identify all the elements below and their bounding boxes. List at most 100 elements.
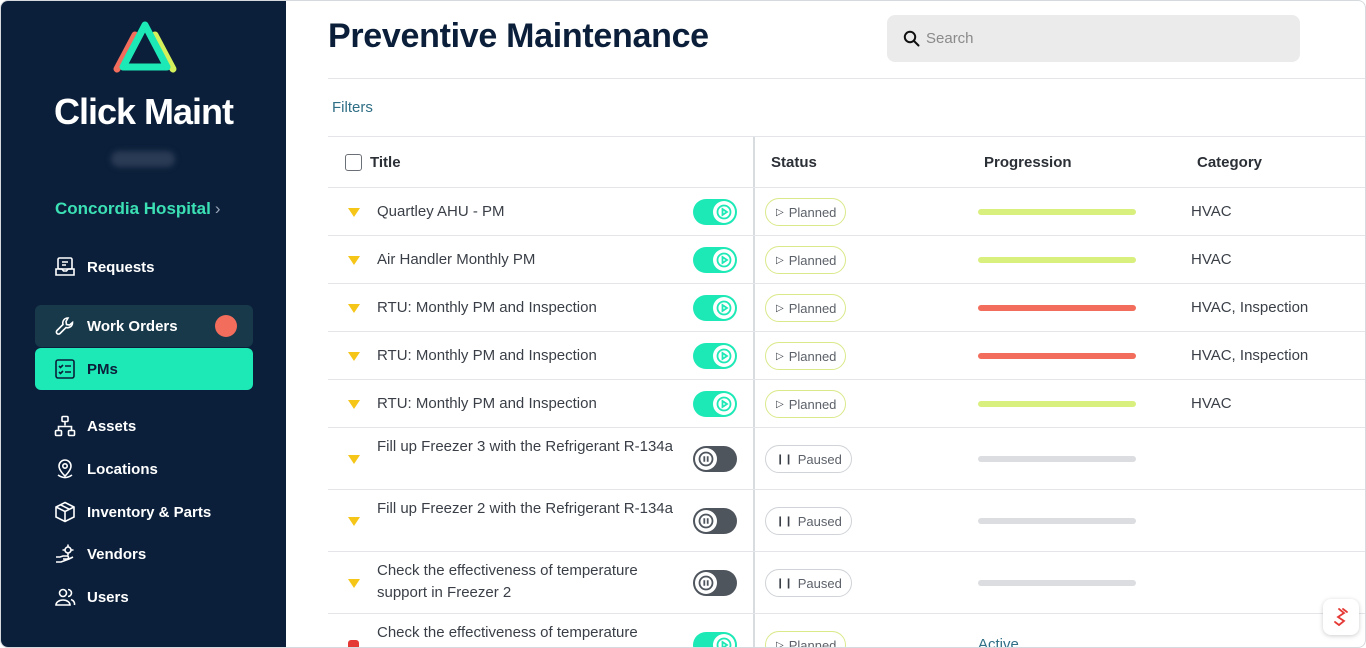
organization-selector[interactable]: Concordia Hospital › — [55, 199, 221, 219]
column-header-progression[interactable]: Progression — [984, 154, 1072, 171]
priority-high-icon — [348, 640, 359, 647]
status-badge: ▷ Planned — [765, 294, 847, 322]
pm-enable-toggle[interactable] — [693, 508, 737, 534]
status-badge: ❙❙ Paused — [765, 445, 852, 473]
pm-enable-toggle[interactable] — [693, 247, 737, 273]
table-row[interactable]: RTU: Monthly PM and Inspection ▷ Planned … — [328, 284, 1365, 332]
category-text: HVAC — [1191, 203, 1232, 220]
requests-icon — [53, 255, 77, 279]
filters-link[interactable]: Filters — [332, 99, 373, 116]
brand-name: Click Maint — [53, 91, 234, 132]
status-label: Planned — [788, 348, 837, 364]
category-text: HVAC — [1191, 251, 1232, 268]
progress-bar — [978, 353, 1136, 359]
play-icon: ▷ — [776, 350, 784, 362]
pm-enable-toggle[interactable] — [693, 343, 737, 369]
status-label: Planned — [788, 252, 837, 268]
sidebar-item-requests[interactable]: Requests — [35, 246, 253, 288]
search-box[interactable] — [887, 15, 1300, 62]
progress-bar — [978, 209, 1136, 215]
sidebar-item-label: Requests — [87, 258, 155, 276]
status-badge: ❙❙ Paused — [765, 507, 852, 535]
status-label: Planned — [788, 204, 837, 220]
hierarchy-icon — [53, 414, 77, 438]
pm-enable-toggle[interactable] — [693, 391, 737, 417]
notification-badge — [215, 315, 237, 337]
play-icon — [716, 252, 732, 268]
table-row[interactable]: RTU: Monthly PM and Inspection ▷ Planned … — [328, 332, 1365, 380]
table-row[interactable]: Air Handler Monthly PM ▷ Planned HVAC — [328, 236, 1365, 284]
priority-medium-icon — [348, 352, 360, 361]
status-label: Paused — [797, 575, 842, 591]
sidebar-item-label: Vendors — [87, 545, 147, 563]
priority-medium-icon — [348, 304, 360, 313]
status-badge: ▷ Planned — [765, 342, 847, 370]
progress-bar — [978, 257, 1136, 263]
sidebar-item-inventory-parts[interactable]: Inventory & Parts — [35, 491, 253, 533]
table-row[interactable]: Fill up Freezer 2 with the Refrigerant R… — [328, 490, 1365, 552]
sidebar-item-label: Work Orders — [87, 317, 178, 335]
sidebar-item-pms[interactable]: PMs — [35, 348, 253, 390]
play-icon: ▷ — [776, 302, 784, 314]
chevron-right-icon: › — [214, 199, 221, 218]
column-header-status[interactable]: Status — [771, 154, 817, 171]
search-input[interactable] — [926, 30, 1286, 47]
status-label: Paused — [797, 451, 842, 467]
pm-title: RTU: Monthly PM and Inspection — [377, 395, 597, 412]
status-label: Paused — [797, 513, 842, 529]
sidebar-item-label: Users — [87, 588, 129, 606]
pm-enable-toggle[interactable] — [693, 199, 737, 225]
app-window: Click Maint Concordia Hospital › Requests… — [0, 0, 1366, 648]
priority-medium-icon — [348, 208, 360, 217]
sidebar-item-label: PMs — [87, 360, 118, 378]
table-row[interactable]: Check the effectiveness of temperature ▷… — [328, 614, 1365, 648]
page-title: Preventive Maintenance — [328, 17, 709, 55]
priority-medium-icon — [348, 579, 360, 588]
priority-medium-icon — [348, 517, 360, 526]
pause-icon — [698, 575, 714, 591]
table-row[interactable]: RTU: Monthly PM and Inspection ▷ Planned … — [328, 380, 1365, 428]
click-maint-logo-icon — [113, 21, 177, 73]
checklist-icon — [53, 357, 77, 381]
search-icon — [903, 30, 920, 47]
pause-icon: ❙❙ — [776, 453, 793, 465]
pm-title: RTU: Monthly PM and Inspection — [377, 347, 597, 364]
progress-bar — [978, 305, 1136, 311]
table-row[interactable]: Fill up Freezer 3 with the Refrigerant R… — [328, 428, 1365, 490]
status-badge: ▷ Planned — [765, 198, 847, 226]
priority-medium-icon — [348, 455, 360, 464]
sidebar-item-work-orders[interactable]: Work Orders — [35, 305, 253, 347]
play-icon — [716, 300, 732, 316]
select-all-checkbox[interactable] — [345, 154, 362, 171]
pm-title: RTU: Monthly PM and Inspection — [377, 299, 597, 316]
wrench-icon — [53, 314, 77, 338]
category-text: HVAC — [1191, 395, 1232, 412]
pm-enable-toggle[interactable] — [693, 632, 737, 647]
column-header-title[interactable]: Title — [370, 154, 401, 171]
table-row[interactable]: Check the effectiveness of temperature s… — [328, 552, 1365, 614]
sidebar-item-vendors[interactable]: Vendors — [35, 533, 253, 575]
status-label: Planned — [788, 396, 837, 412]
play-icon — [716, 348, 732, 364]
play-icon: ▷ — [776, 639, 784, 648]
sidebar-item-assets[interactable]: Assets — [35, 405, 253, 447]
table-row[interactable]: Quartley AHU - PM ▷ Planned HVAC — [328, 188, 1365, 236]
status-label: Planned — [788, 637, 837, 648]
blurred-user-pill — [111, 151, 175, 167]
status-badge: ▷ Planned — [765, 631, 847, 648]
pm-enable-toggle[interactable] — [693, 570, 737, 596]
sidebar-item-label: Assets — [87, 417, 137, 435]
pause-icon — [698, 451, 714, 467]
pm-enable-toggle[interactable] — [693, 295, 737, 321]
progress-bar — [978, 518, 1136, 524]
progress-bar — [978, 456, 1136, 462]
pause-icon: ❙❙ — [776, 515, 793, 527]
column-header-category[interactable]: Category — [1197, 154, 1262, 171]
progress-bar — [978, 580, 1136, 586]
progression-text: Active — [978, 636, 1019, 648]
pause-icon — [698, 513, 714, 529]
sidebar-item-users[interactable]: Users — [35, 576, 253, 618]
pm-enable-toggle[interactable] — [693, 446, 737, 472]
help-widget-button[interactable] — [1323, 599, 1359, 635]
sidebar-item-locations[interactable]: Locations — [35, 448, 253, 490]
